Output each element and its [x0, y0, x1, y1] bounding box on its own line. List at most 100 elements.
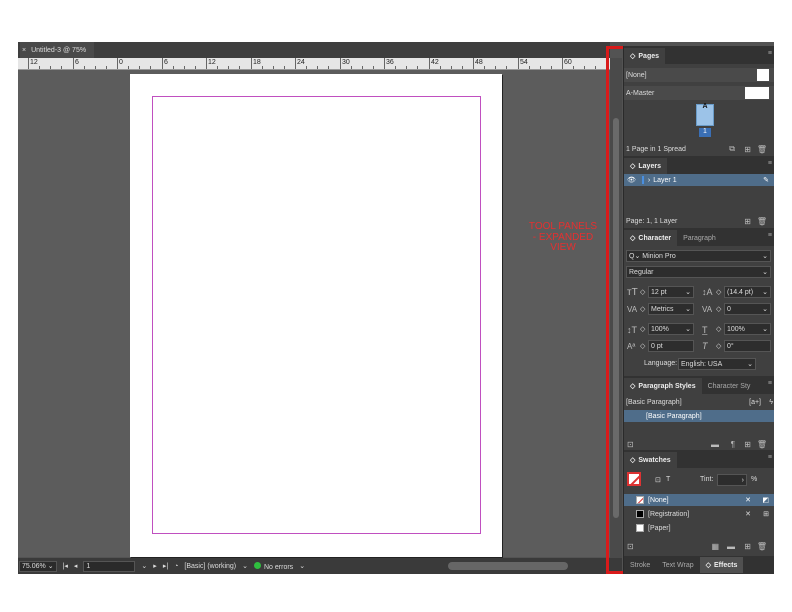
chevron-down-icon: ⌄ [762, 326, 768, 333]
folder-icon[interactable]: ▬ [711, 440, 719, 449]
pages-footer: 1 Page in 1 Spread ⧉ ⊞ 🗑 [624, 142, 774, 156]
trash-icon[interactable]: 🗑 [757, 217, 767, 226]
kerning-field[interactable]: Metrics ⌄ [648, 303, 694, 315]
swatch-name: [None] [648, 496, 669, 504]
chevron-down-icon: ⌄ [685, 326, 691, 333]
next-page-icon[interactable]: ▸ [153, 562, 157, 570]
new-style-icon[interactable]: ⊞ [744, 440, 751, 449]
ruler-major-tick [518, 58, 519, 69]
chevron-right-icon[interactable]: › [648, 177, 650, 184]
ruler-major-tick [562, 58, 563, 69]
stepper-icon[interactable]: ◇ [640, 305, 645, 313]
baseline-shift-field[interactable]: 0 pt [648, 340, 694, 352]
skew-field[interactable]: 0° [724, 340, 771, 352]
tab-effects-label: Effects [714, 561, 738, 569]
tab-character[interactable]: ◇ Character [624, 230, 678, 246]
leading-value: (14.4 pt) [727, 288, 754, 296]
preflight-profile[interactable]: [Basic] (working) [184, 563, 236, 570]
tab-pages[interactable]: ◇ Pages [624, 48, 666, 64]
formatting-container-icon[interactable]: ⊡ [655, 476, 661, 484]
trash-icon[interactable]: 🗑 [757, 440, 767, 449]
font-family-field[interactable]: Q⌄ Minion Pro ⌄ [626, 250, 771, 262]
zoom-value: 75.06% [22, 562, 46, 570]
new-layer-icon[interactable]: ⊞ [744, 217, 751, 226]
chevron-down-icon[interactable]: ⌄ [299, 562, 305, 570]
stepper-icon[interactable]: ◇ [716, 342, 721, 350]
swatch-item[interactable]: [Paper] [624, 522, 774, 534]
lightning-icon[interactable]: ϟ [769, 399, 773, 406]
new-swatch-icon[interactable]: ⊞ [744, 542, 751, 551]
tab-layers[interactable]: ◇ Layers [624, 158, 667, 174]
page-number-value: 1 [86, 562, 91, 570]
eye-icon[interactable]: 👁 [627, 176, 636, 184]
none-master-row[interactable]: [None] [624, 68, 774, 82]
last-page-icon[interactable]: ▸| [163, 562, 168, 570]
tab-paragraph-styles[interactable]: ◇ Paragraph Styles [624, 378, 702, 394]
preflight-icon[interactable]: ◔ [174, 563, 178, 570]
tint-field[interactable]: › [717, 474, 747, 486]
vertical-scale-field[interactable]: 100% ⌄ [648, 323, 694, 335]
panel-menu-icon[interactable]: ≡ [768, 380, 772, 387]
tracking-icon: VA [702, 305, 713, 314]
tab-swatches[interactable]: ◇ Swatches [624, 452, 677, 468]
stepper-icon[interactable]: ◇ [716, 305, 721, 313]
paragraph-style-item[interactable]: [Basic Paragraph] [624, 410, 774, 422]
swatch-item[interactable]: [Registration] ✕ ⊞ [624, 508, 774, 520]
new-style-from-selection-icon[interactable]: [a+] [749, 399, 761, 406]
language-value: English: USA [681, 360, 723, 368]
chevron-down-icon[interactable]: ⌄ [242, 562, 248, 570]
formatting-text-icon[interactable]: T [666, 476, 670, 483]
font-size-field[interactable]: 12 pt ⌄ [648, 286, 694, 298]
stepper-icon[interactable]: ◇ [716, 325, 721, 333]
tab-paragraph[interactable]: Paragraph [677, 230, 722, 246]
a-master-row[interactable]: A-Master [624, 86, 774, 100]
clear-overrides-icon[interactable]: ¶ [731, 440, 735, 449]
horizontal-scroll-thumb[interactable] [448, 562, 568, 570]
new-page-icon[interactable]: ⊞ [744, 145, 751, 154]
panel-menu-icon[interactable]: ≡ [768, 232, 772, 239]
load-styles-icon[interactable]: ⊡ [627, 440, 634, 449]
tab-text-wrap[interactable]: Text Wrap [656, 557, 700, 573]
pasteboard[interactable] [18, 70, 610, 557]
document-tab[interactable]: × Untitled-3 @ 75% [20, 42, 95, 58]
close-tab-icon[interactable]: × [22, 47, 26, 54]
page-number-field[interactable]: 1 [83, 560, 136, 572]
show-swatches-icon[interactable]: ⊡ [627, 542, 634, 551]
ruler-label: 36 [386, 59, 394, 66]
tracking-field[interactable]: 0 ⌄ [724, 303, 771, 315]
trash-icon[interactable]: 🗑 [757, 145, 767, 154]
errors-label: No errors [264, 563, 294, 571]
skew-icon: T [702, 341, 708, 351]
layer-color-icon [641, 176, 644, 184]
panel-menu-icon[interactable]: ≡ [768, 50, 772, 57]
first-page-icon[interactable]: |◂ [63, 562, 68, 570]
stepper-icon[interactable]: ◇ [640, 325, 645, 333]
prev-page-icon[interactable]: ◂ [74, 562, 78, 570]
panel-menu-icon[interactable]: ≡ [768, 160, 772, 167]
swatch-item[interactable]: [None] ✕ ◩ [624, 494, 774, 506]
panel-menu-icon[interactable]: ≡ [768, 454, 772, 461]
chevron-down-icon: ⌄ [762, 253, 768, 260]
language-select[interactable]: English: USA ⌄ [678, 358, 756, 370]
errors-status[interactable]: No errors [254, 561, 294, 571]
layer-row[interactable]: 👁 › Layer 1 ✎ [624, 174, 774, 186]
tab-effects[interactable]: ◇ Effects [699, 557, 744, 573]
tab-character-styles[interactable]: Character Sty [701, 378, 757, 394]
edit-page-size-icon[interactable]: ⧉ [729, 144, 735, 154]
page-menu-icon[interactable]: ⌄ [141, 562, 147, 570]
folder-icon[interactable]: ▬ [727, 542, 735, 551]
stepper-icon[interactable]: ◇ [640, 288, 645, 296]
zoom-field[interactable]: 75.06% ⌄ [19, 560, 57, 572]
document-page[interactable] [130, 74, 502, 557]
document-tab-bar: × Untitled-3 @ 75% [18, 42, 610, 58]
leading-field[interactable]: (14.4 pt) ⌄ [724, 286, 771, 298]
horizontal-scale-field[interactable]: 100% ⌄ [724, 323, 771, 335]
stepper-icon[interactable]: ◇ [640, 342, 645, 350]
fill-stroke-swatch-icon[interactable] [627, 472, 641, 486]
tab-stroke[interactable]: Stroke [624, 557, 657, 573]
trash-icon[interactable]: 🗑 [757, 542, 767, 551]
stepper-icon[interactable]: ◇ [716, 288, 721, 296]
font-style-field[interactable]: Regular ⌄ [626, 266, 771, 278]
swatch-views-icon[interactable]: ▦ [711, 542, 719, 551]
page-thumbnail[interactable]: A [696, 103, 714, 126]
